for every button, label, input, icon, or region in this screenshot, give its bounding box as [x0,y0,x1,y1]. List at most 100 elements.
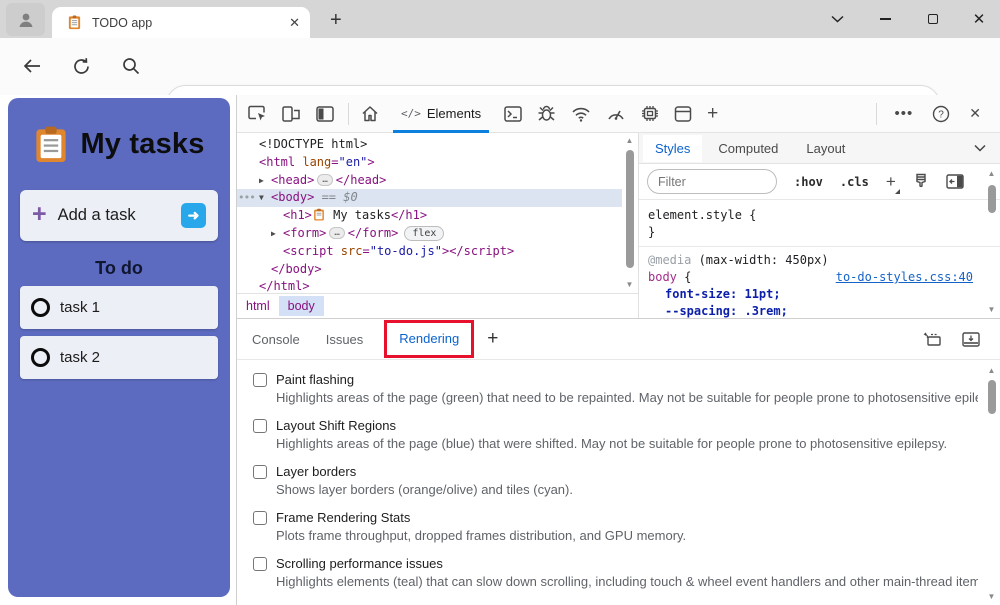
styles-filter-input[interactable] [647,169,777,194]
back-icon[interactable] [22,57,42,75]
dock-side-icon[interactable] [316,106,334,122]
tree-node[interactable]: <!DOCTYPE html> [237,136,622,154]
application-icon[interactable] [674,106,692,122]
network-wifi-icon[interactable] [571,106,591,122]
close-devtools-icon[interactable]: ✕ [969,105,981,122]
element-style-rule[interactable]: element.style { [648,207,991,224]
add-task-label: Add a task [58,206,136,225]
expand-arrow-icon[interactable]: ▶ [259,172,271,190]
task-checkbox[interactable] [31,298,50,317]
tab-elements[interactable]: </> Elements [393,95,489,133]
task-row-1[interactable]: task 1 [20,286,218,329]
chevron-down-icon[interactable] [974,144,986,152]
restore-drawer-icon[interactable] [923,332,942,347]
inspect-element-icon[interactable] [248,105,267,122]
refresh-icon[interactable] [72,57,91,76]
annotation-red-box: Rendering [384,320,474,358]
home-icon[interactable] [361,105,379,122]
tree-node[interactable]: <script src="to-do.js"></script> [237,243,622,261]
device-emulation-icon[interactable] [282,105,301,122]
tab-actions-chevron-icon[interactable] [820,0,854,38]
task-checkbox[interactable] [31,348,50,367]
rule-divider [639,246,1000,247]
close-window-button[interactable]: ✕ [962,0,996,38]
close-drawer-icon[interactable] [962,332,980,347]
option-checkbox[interactable] [253,465,267,479]
memory-chip-icon[interactable] [641,105,659,122]
add-task-field[interactable]: + Add a task ➜ [20,190,218,241]
help-icon[interactable]: ? [932,105,950,123]
tab-console[interactable]: Console [252,332,300,347]
expand-arrow-icon[interactable]: ▼ [259,189,271,207]
browser-tab-todo-app[interactable]: TODO app ✕ [52,7,310,38]
maximize-button[interactable] [916,0,950,38]
tab-issues[interactable]: Issues [326,332,364,347]
debugger-bug-icon[interactable] [537,105,556,122]
tab-title: TODO app [92,16,289,30]
task-row-2[interactable]: task 2 [20,336,218,379]
styles-scrollbar[interactable]: ▲ ▼ [985,169,998,315]
elements-tree: <!DOCTYPE html><html lang="en">▶<head>…<… [237,133,622,293]
class-toggle-button[interactable]: .cls [840,175,869,189]
drawer-scrollbar[interactable]: ▲ ▼ [985,366,998,602]
new-tab-button[interactable]: + [330,9,342,32]
rendering-options-list: Paint flashing Highlights areas of the pa… [237,360,978,605]
tree-node[interactable]: </body> [237,261,622,279]
css-property[interactable]: --spacing: .3rem; [648,303,991,318]
tab-close-icon[interactable]: ✕ [289,15,300,31]
option-description: Highlights areas of the page (blue) that… [276,436,978,451]
todo-app-header: My tasks [8,124,230,164]
code-token-val: "en" [339,155,368,169]
code-token-tag: = [362,244,369,258]
code-token-tag: ></script> [442,244,514,258]
pseudo-state-button[interactable]: :hov [794,175,823,189]
todo-section-heading: To do [8,258,230,279]
tree-node[interactable]: ▶<head>…</head> [237,172,622,190]
option-label[interactable]: Paint flashing [276,372,354,387]
stylesheet-link[interactable]: to-do-styles.css:40 [836,269,973,286]
tab-computed[interactable]: Computed [706,135,790,162]
paint-brush-icon[interactable] [913,173,929,190]
elements-scrollbar[interactable]: ▲ ▼ [623,136,636,290]
search-icon[interactable] [122,57,140,75]
option-label[interactable]: Layout Shift Regions [276,418,396,433]
option-label[interactable]: Layer borders [276,464,356,479]
tab-rendering[interactable]: Rendering [399,331,459,346]
breadcrumb-html[interactable]: html [237,296,279,316]
computed-sidebar-toggle-icon[interactable] [946,174,964,189]
code-token-tag: </body> [271,262,322,276]
more-tools-add-icon[interactable]: + [707,103,718,125]
expand-arrow-icon[interactable]: ▶ [271,225,283,243]
performance-gauge-icon[interactable] [606,106,626,122]
code-token-tag: </h1> [391,208,427,222]
media-query-line: @media (max-width: 450px) [648,252,991,269]
option-checkbox[interactable] [253,557,267,571]
console-icon[interactable] [504,106,522,122]
option-checkbox[interactable] [253,373,267,387]
tab-styles[interactable]: Styles [643,135,702,162]
option-checkbox[interactable] [253,419,267,433]
breadcrumb-body[interactable]: body [279,296,324,316]
submit-task-button[interactable]: ➜ [181,203,206,228]
node-options-dots[interactable]: ••• [238,189,255,207]
option-label[interactable]: Frame Rendering Stats [276,510,410,525]
css-selector[interactable]: body [648,270,677,284]
add-drawer-tab-icon[interactable]: + [487,328,498,350]
minimize-button[interactable] [868,0,902,38]
option-checkbox[interactable] [253,511,267,525]
tree-node[interactable]: <h1> My tasks</h1> [237,207,622,225]
css-property[interactable]: font-size: 11pt; [648,286,991,303]
profile-avatar[interactable] [6,3,45,36]
page-viewport: My tasks + Add a task ➜ To do task 1 tas… [0,95,236,605]
tab-layout[interactable]: Layout [794,135,857,162]
styles-tab-bar: Styles Computed Layout [639,133,1000,164]
tree-node[interactable]: ▶<form>…</form>flex [237,225,622,243]
clipboard-icon [313,208,325,221]
tree-node[interactable]: •••▼<body> == $0 [237,189,622,207]
devtools-more-icon[interactable]: ••• [895,105,914,122]
new-style-rule-icon[interactable]: + [886,172,896,192]
styles-filter-bar: :hov .cls + [639,164,1000,200]
tree-node[interactable]: </html> [237,278,622,293]
tree-node[interactable]: <html lang="en"> [237,154,622,172]
option-label[interactable]: Scrolling performance issues [276,556,443,571]
